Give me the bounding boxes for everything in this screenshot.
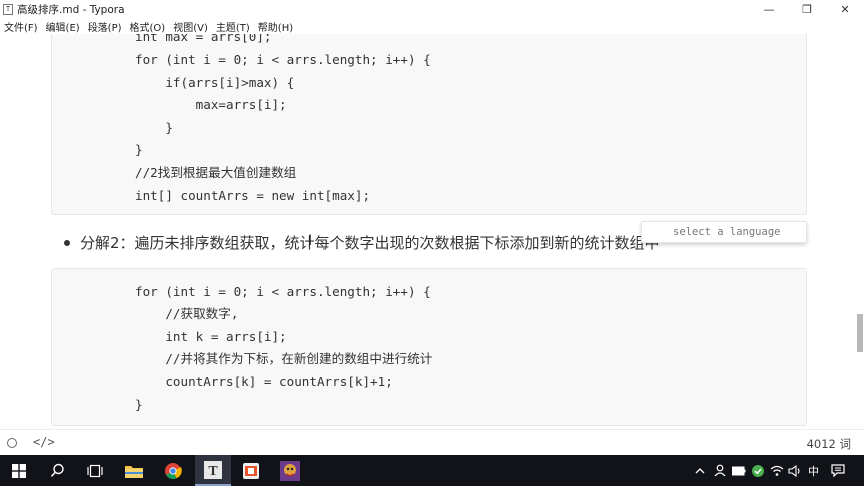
status-bar: </> 4012 词 [0,429,864,455]
code-line: int k = arrs[i]; [135,329,287,344]
list-item-text: 分解2：遍历未排序数组获取，统计每个数字出现的次数根据下标添加到新的统计数组中 [80,233,660,252]
menu-bar: 文件(F) 编辑(E) 段落(P) 格式(O) 视图(V) 主题(T) 帮助(H… [0,18,864,34]
battery-icon[interactable] [731,455,747,486]
menu-theme[interactable]: 主题(T) [212,19,254,34]
network-icon[interactable] [769,455,785,486]
i-beam-cursor-icon: I [308,233,313,249]
game-app-icon[interactable] [273,455,307,486]
menu-file[interactable]: 文件(F) [0,19,42,34]
code-line: } [135,142,143,157]
code-line: //并将其作为下标，在新创建的数组中进行统计 [135,351,433,366]
task-view-icon[interactable] [84,455,106,486]
presentation-app-icon[interactable] [236,455,266,486]
code-line: //获取数字, [135,306,239,321]
menu-paragraph[interactable]: 段落(P) [84,19,126,34]
windows-start-icon[interactable] [8,455,30,486]
notification-icon[interactable] [829,455,847,486]
person-icon[interactable] [712,455,728,486]
svg-text:T: T [208,464,218,479]
menu-help[interactable]: 帮助(H) [254,19,297,34]
source-code-icon[interactable]: </> [33,435,55,449]
chrome-icon[interactable] [158,455,188,486]
code-block[interactable]: int max = arrs[0]; for (int i = 0; i < a… [51,34,807,215]
bullet-icon [64,239,70,246]
list-item[interactable]: 分解2：遍历未排序数组获取，统计每个数字出现的次数根据下标添加到新的统计数组中 [64,232,704,252]
code-line: } [135,397,143,412]
editor-content[interactable]: int max = arrs[0]; for (int i = 0; i < a… [0,34,864,429]
word-count[interactable]: 4012 词 [807,436,851,452]
maximize-button[interactable]: ❐ [788,0,826,18]
minimize-button[interactable]: — [750,0,788,18]
code-block[interactable]: for (int i = 0; i < arrs.length; i++) { … [51,268,807,426]
menu-format[interactable]: 格式(O) [126,19,170,34]
code-line: int[] countArrs = new int[max]; [135,188,371,203]
language-selector[interactable] [641,221,807,243]
volume-icon[interactable] [787,455,803,486]
code-line: } [135,120,173,135]
title-bar: T 高级排序.md - Typora — ❐ ✕ [0,0,864,18]
typora-app-icon: T [3,3,13,15]
green-status-icon[interactable] [750,455,766,486]
close-button[interactable]: ✕ [826,0,864,18]
code-line: if(arrs[i]>max) { [135,75,295,90]
windows-taskbar: T 中 [0,455,864,486]
typora-taskbar-icon[interactable]: T [195,455,231,486]
code-line: max=arrs[i]; [135,97,287,112]
search-icon[interactable] [46,455,68,486]
file-explorer-icon[interactable] [120,455,148,486]
outline-circle-icon[interactable] [7,438,17,448]
code-line: countArrs[k] = countArrs[k]+1; [135,374,393,389]
code-line: //2找到根据最大值创建数组 [135,165,297,180]
menu-edit[interactable]: 编辑(E) [42,19,84,34]
ime-indicator[interactable]: 中 [808,463,819,479]
code-line: for (int i = 0; i < arrs.length; i++) { [135,284,431,299]
menu-view[interactable]: 视图(V) [169,19,212,34]
language-input[interactable] [673,226,803,238]
window-controls: — ❐ ✕ [750,0,864,18]
vertical-scrollbar-thumb[interactable] [857,314,863,352]
code-line: int max = arrs[0]; [135,34,272,44]
chevron-up-icon[interactable] [692,455,708,486]
code-line: for (int i = 0; i < arrs.length; i++) { [135,52,431,67]
window-title: 高级排序.md - Typora [17,3,125,16]
